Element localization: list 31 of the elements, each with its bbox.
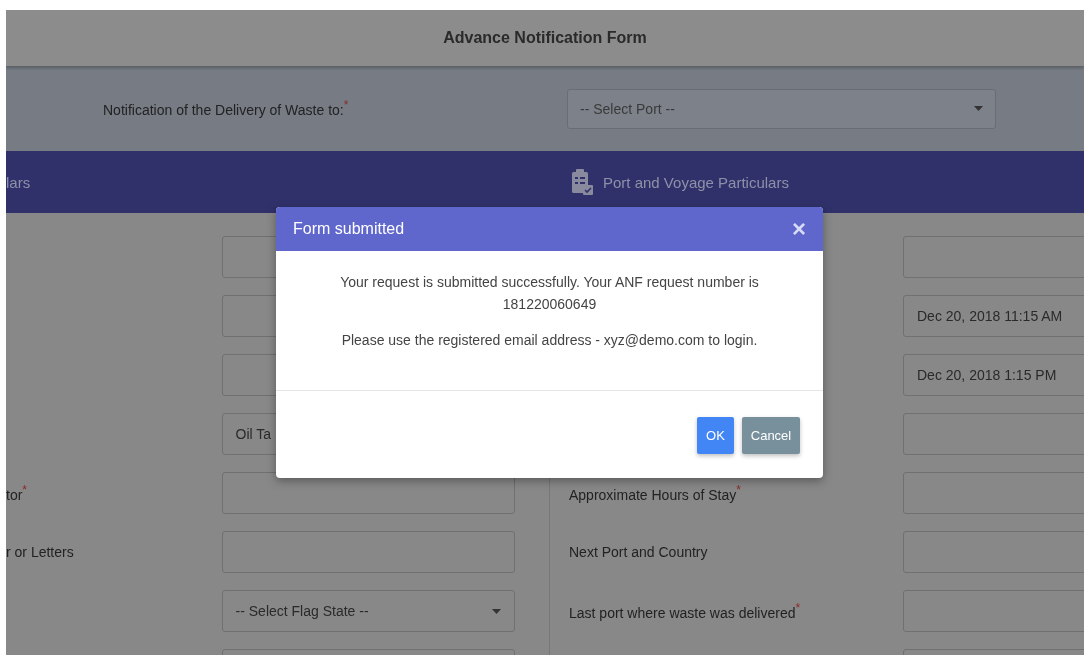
caret-icon — [974, 106, 983, 111]
form-title: Advance Notification Form — [443, 29, 647, 47]
section-tab[interactable]: Port and Voyage Particulars — [571, 169, 789, 195]
cancel-button[interactable]: Cancel — [742, 417, 800, 454]
input-field[interactable]: Dec 20, 2018 11:15 AM — [903, 295, 1084, 337]
input-field[interactable] — [903, 413, 1084, 455]
dialog-message: Please use the registered email address - xyz@demo.com to login. — [340, 331, 759, 350]
input-field[interactable] — [903, 472, 1084, 514]
section-tab[interactable]: lars — [6, 173, 571, 191]
field-label: Next Port and Country — [569, 544, 708, 560]
dialog-title: Form submitted — [293, 220, 405, 238]
dialog-message: Your request is submitted successfully. Your ANF request number is 181220060649 — [339, 273, 760, 314]
required-mark: * — [795, 601, 801, 616]
input-field[interactable] — [903, 531, 1084, 573]
flag-select[interactable]: -- Select Flag State -- — [221, 590, 515, 632]
input-field[interactable] — [903, 590, 1084, 632]
caret-icon — [492, 608, 501, 614]
required-mark: * — [343, 97, 349, 112]
close-button[interactable]: × — [792, 217, 806, 241]
input-field[interactable]: Dec 20, 2018 1:15 PM — [903, 354, 1084, 396]
ok-button[interactable]: OK — [697, 417, 734, 454]
field-label: Notification of the Delivery of Waste to: — [103, 102, 344, 119]
field-label: Approximate Hours of Stay — [569, 486, 737, 503]
field-label: Last port where waste was delivered — [569, 604, 796, 621]
field-label: r or Letters — [6, 544, 74, 560]
required-mark: * — [22, 483, 27, 498]
port-select[interactable]: -- Select Port -- — [567, 88, 996, 129]
input-field[interactable] — [221, 531, 515, 573]
field-label: tor — [6, 486, 23, 503]
input-field[interactable] — [903, 236, 1084, 278]
required-mark: * — [736, 483, 741, 498]
